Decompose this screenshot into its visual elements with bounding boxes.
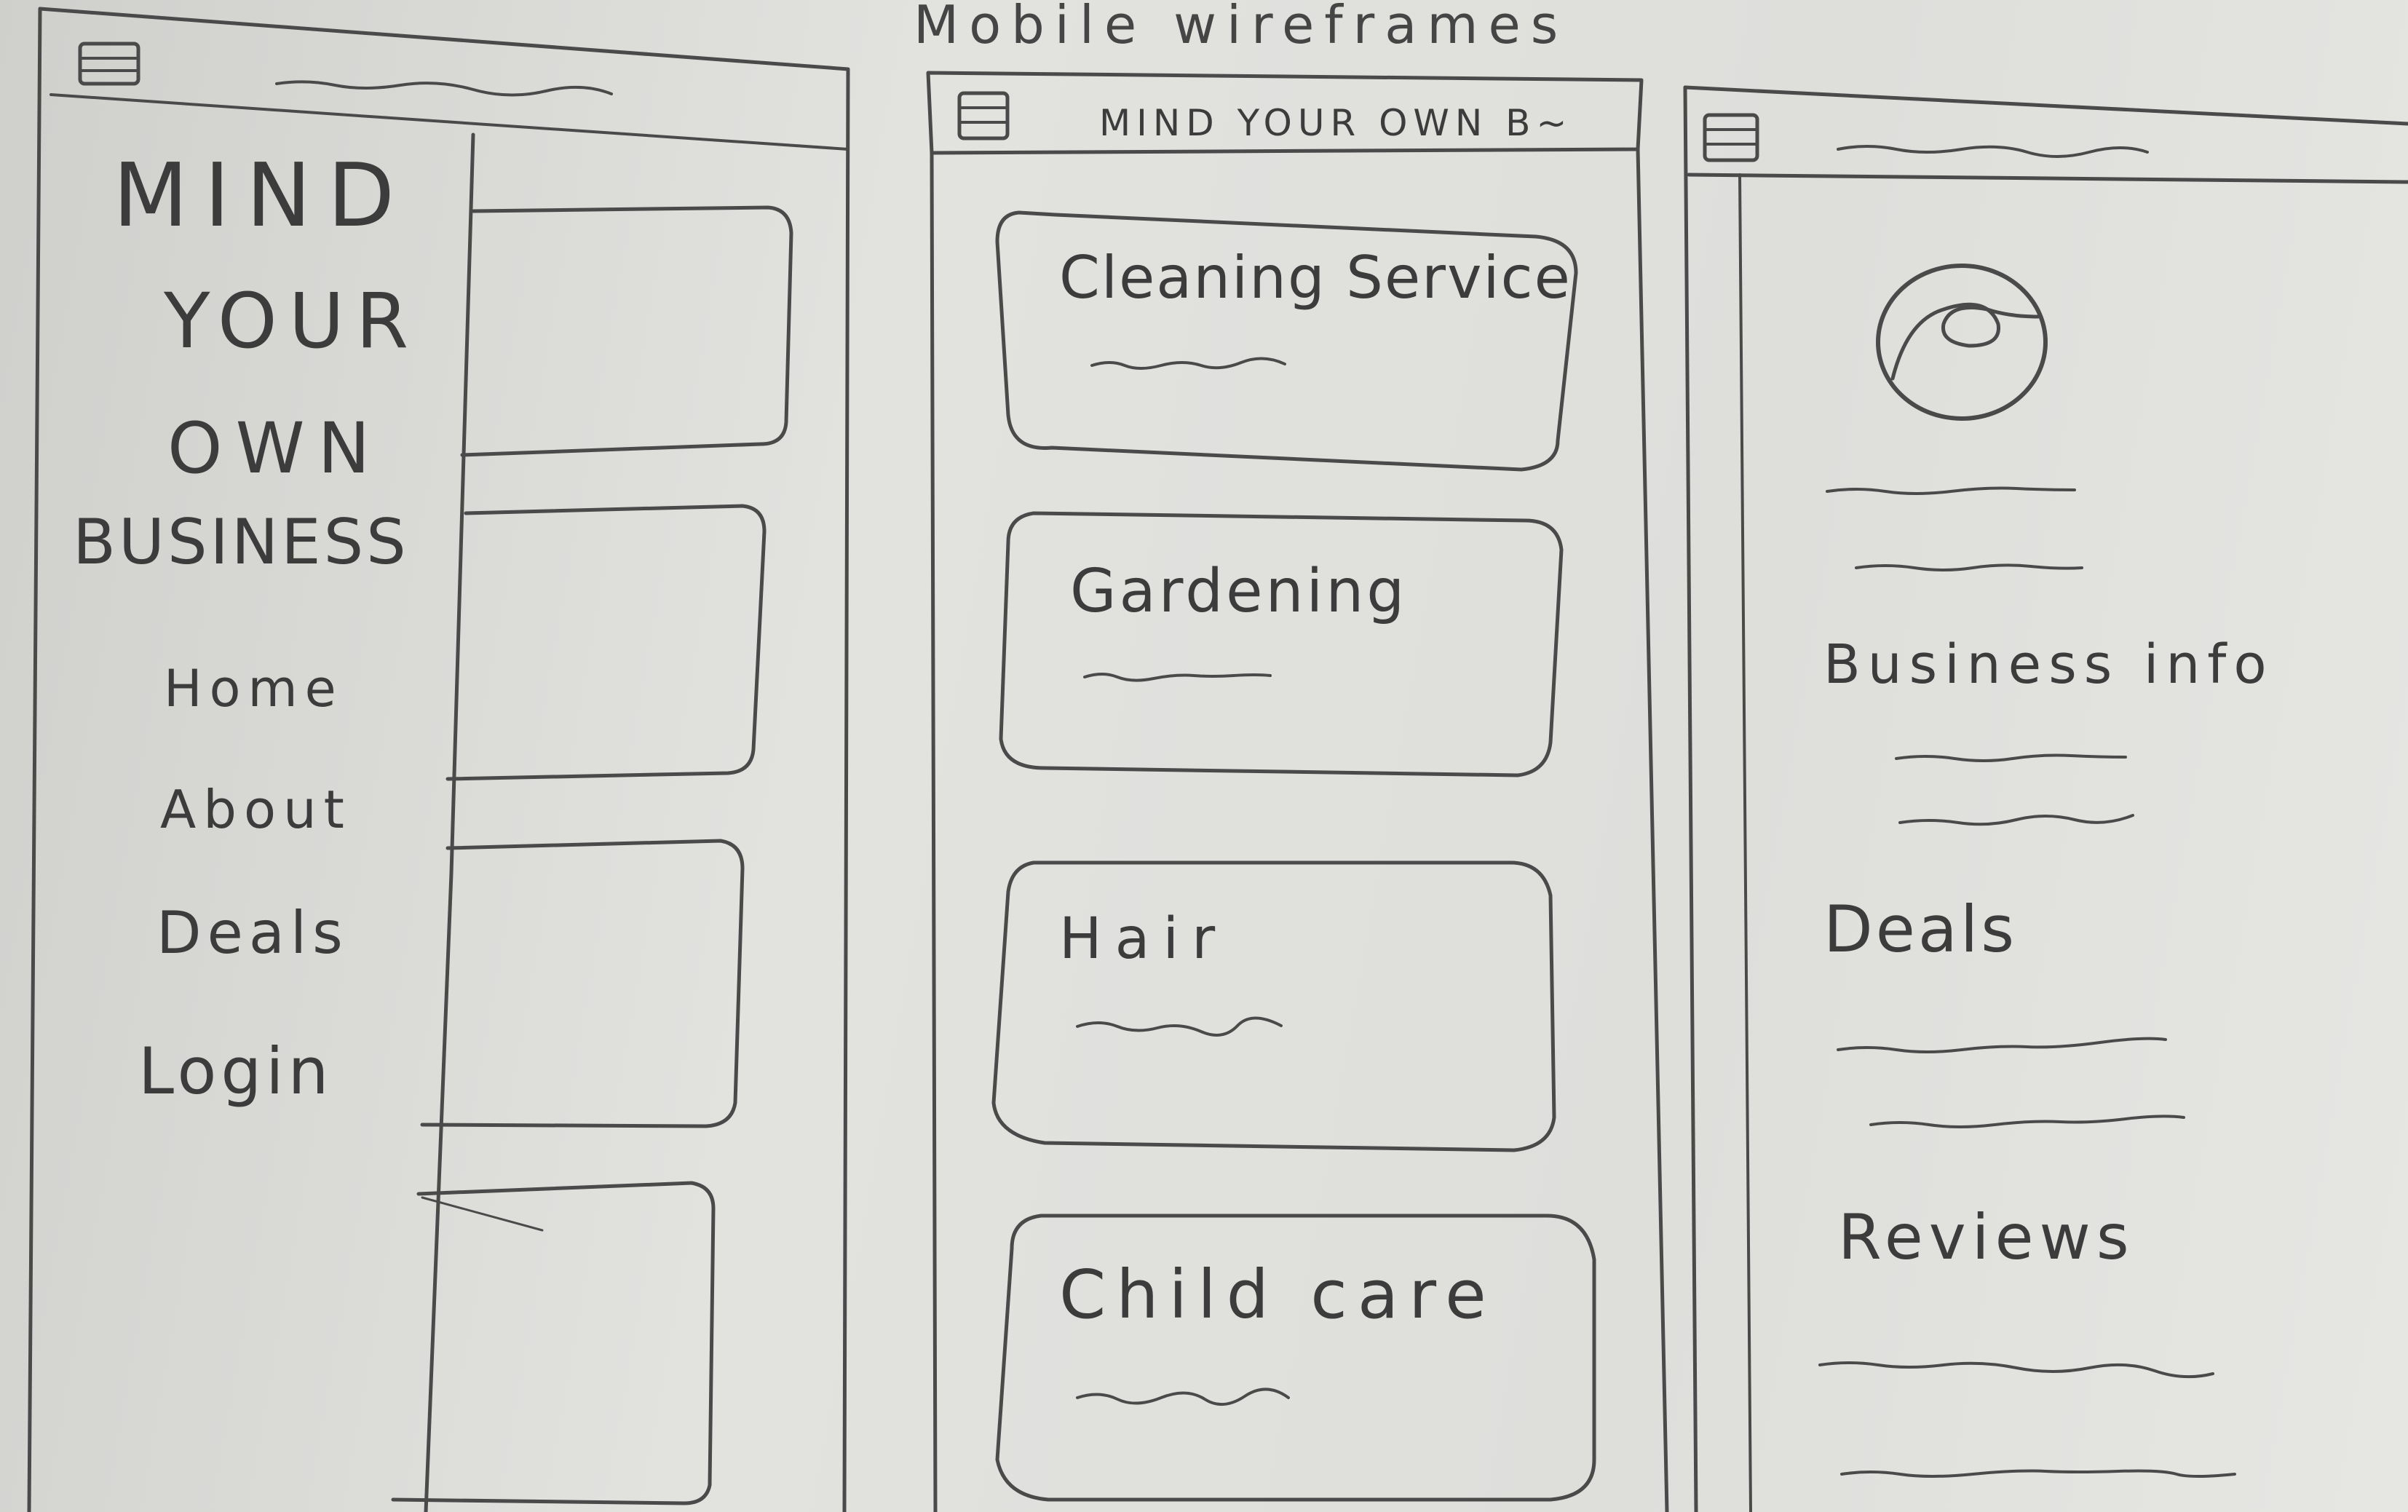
service-card-title: Hair (1059, 906, 1229, 972)
menu-icon[interactable] (79, 42, 140, 84)
nav-item-home[interactable]: Home (164, 659, 344, 719)
menu-icon[interactable] (958, 92, 1009, 140)
service-card-title: Gardening (1070, 557, 1408, 626)
brand-line-your: YOUR (164, 277, 421, 365)
header-title: MIND YOUR OWN B~ (1099, 102, 1573, 144)
nav-item-about[interactable]: About (160, 779, 352, 840)
nav-item-login[interactable]: Login (138, 1034, 333, 1109)
section-deals[interactable]: Deals (1823, 892, 2017, 967)
nav-item-deals[interactable]: Deals (157, 899, 349, 967)
brand-line-own: OWN (167, 408, 384, 489)
service-card-title: Child care (1059, 1256, 1497, 1334)
brand-line-mind: MIND (113, 146, 411, 247)
avatar-icon (1878, 266, 2045, 419)
section-business-info[interactable]: Business info (1823, 633, 2274, 696)
service-card-title: Cleaning Service (1059, 244, 1572, 312)
menu-icon[interactable] (1703, 114, 1759, 162)
page-title: Mobile wireframes (914, 0, 1569, 55)
brand-line-business: BUSINESS (73, 506, 409, 579)
section-reviews[interactable]: Reviews (1838, 1201, 2135, 1274)
